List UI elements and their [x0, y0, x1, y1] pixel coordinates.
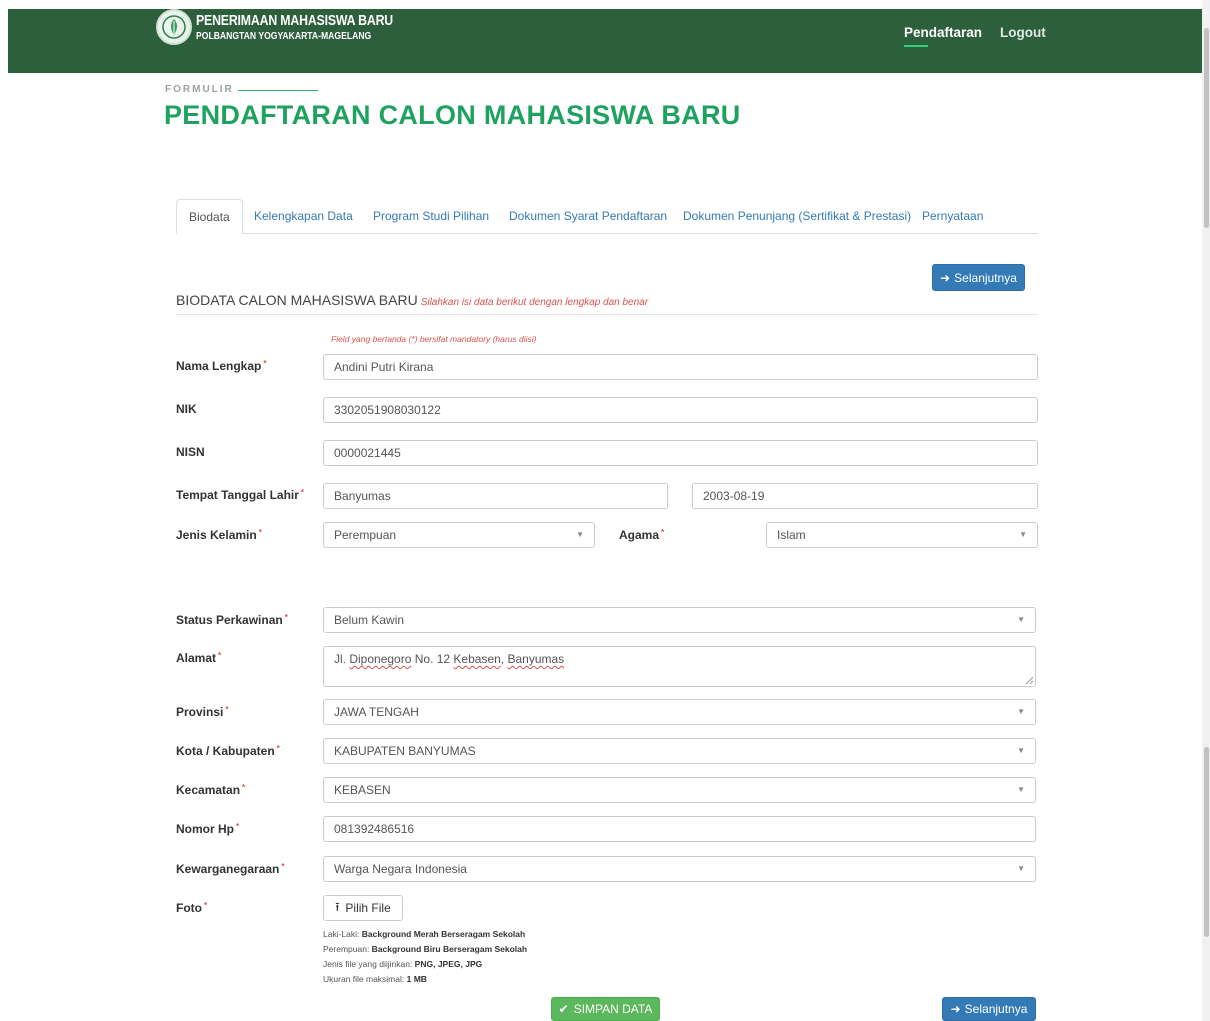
label-alamat: Alamat *: [176, 651, 222, 665]
scrollbar-thumb-secondary[interactable]: [1204, 747, 1209, 937]
caret-down-icon: ▼: [1017, 785, 1025, 794]
page-title: PENDAFTARAN CALON MAHASISWA BARU: [164, 100, 741, 130]
label-agama: Agama *: [619, 528, 665, 542]
pilih-file-button[interactable]: ⭱ Pilih File: [323, 895, 403, 921]
provinsi-select[interactable]: JAWA TENGAH ▼: [323, 699, 1036, 725]
caret-down-icon: ▼: [576, 530, 584, 539]
next-button-bottom[interactable]: ➜ Selanjutnya: [942, 997, 1036, 1021]
caret-down-icon: ▼: [1017, 864, 1025, 873]
upload-info-line: Ukuran file maksimal: 1 MB: [323, 974, 427, 984]
form-tabs: Biodata Kelengkapan Data Program Studi P…: [176, 199, 1038, 234]
label-kewarganegaraan: Kewarganegaraan *: [176, 862, 285, 876]
next-button-top[interactable]: ➜ Selanjutnya: [932, 264, 1025, 291]
upload-info-line: Jenis file yang diijinkan: PNG, JPEG, JP…: [323, 959, 483, 969]
arrow-right-icon: ➜: [940, 270, 951, 285]
nomor-hp-input[interactable]: 081392486516: [323, 816, 1036, 842]
upload-icon: ⭱: [335, 899, 340, 914]
nav-active-indicator: [904, 45, 928, 47]
section-divider: [176, 314, 1038, 315]
label-nomor-hp: Nomor Hp *: [176, 822, 240, 836]
arrow-right-icon: ➜: [950, 1002, 961, 1016]
resize-handle-icon[interactable]: [1025, 676, 1033, 684]
label-status-perkawinan: Status Perkawinan *: [176, 613, 288, 627]
nav-pendaftaran[interactable]: Pendaftaran: [904, 25, 982, 40]
label-provinsi: Provinsi *: [176, 705, 229, 719]
label-foto: Foto *: [176, 901, 208, 915]
caret-down-icon: ▼: [1017, 746, 1025, 755]
tab-biodata[interactable]: Biodata: [176, 199, 243, 234]
tab-dokumen-penunjang[interactable]: Dokumen Penunjang (Sertifikat & Prestasi…: [671, 199, 923, 234]
tempat-lahir-input[interactable]: Banyumas: [323, 483, 668, 509]
brand-subtitle: POLBANGTAN YOGYAKARTA-MAGELANG: [196, 30, 372, 42]
label-jenis-kelamin: Jenis Kelamin *: [176, 528, 262, 542]
label-nama-lengkap: Nama Lengkap *: [176, 359, 267, 373]
check-icon: ✔: [558, 1002, 569, 1016]
nik-input[interactable]: 3302051908030122: [323, 397, 1038, 423]
section-title: BIODATA CALON MAHASISWA BARU Silahkan isi…: [176, 292, 649, 308]
agama-select[interactable]: Islam ▼: [766, 522, 1038, 548]
label-nik: NIK: [176, 402, 197, 416]
scrollbar-thumb[interactable]: [1204, 28, 1209, 228]
mandatory-note: Field yang bertanda (*) bersifat mandato…: [331, 334, 537, 344]
nama-lengkap-input[interactable]: Andini Putri Kirana: [323, 354, 1038, 380]
tab-pernyataan[interactable]: Pernyataan: [910, 199, 995, 234]
jenis-kelamin-select[interactable]: Perempuan ▼: [323, 522, 595, 548]
tab-kelengkapan-data[interactable]: Kelengkapan Data: [242, 199, 365, 234]
tab-dokumen-syarat[interactable]: Dokumen Syarat Pendaftaran: [497, 199, 679, 234]
nisn-input[interactable]: 0000021445: [323, 440, 1038, 466]
status-perkawinan-select[interactable]: Belum Kawin ▼: [323, 607, 1036, 633]
kota-kabupaten-select[interactable]: KABUPATEN BANYUMAS ▼: [323, 738, 1036, 764]
label-nisn: NISN: [176, 445, 205, 459]
kicker-divider: [238, 90, 318, 91]
nav-logout[interactable]: Logout: [1000, 25, 1046, 40]
caret-down-icon: ▼: [1017, 707, 1025, 716]
upload-info-line: Laki-Laki: Background Merah Berseragam S…: [323, 929, 526, 939]
page-kicker: FORMULIR: [165, 84, 234, 95]
alamat-textarea[interactable]: Jl. Diponegoro No. 12 Kebasen, Banyumas: [323, 646, 1036, 687]
label-tempat-tanggal-lahir: Tempat Tanggal Lahir *: [176, 488, 305, 502]
section-hint: Silahkan isi data berikut dengan lengkap…: [420, 297, 649, 308]
label-kota-kabupaten: Kota / Kabupaten *: [176, 744, 280, 758]
logo-icon[interactable]: [156, 9, 192, 45]
simpan-data-button[interactable]: ✔ SIMPAN DATA: [551, 997, 660, 1021]
kewarganegaraan-select[interactable]: Warga Negara Indonesia ▼: [323, 856, 1036, 882]
tanggal-lahir-input[interactable]: 2003-08-19: [692, 483, 1038, 509]
label-kecamatan: Kecamatan *: [176, 783, 246, 797]
tab-program-studi[interactable]: Program Studi Pilihan: [361, 199, 501, 234]
kecamatan-select[interactable]: KEBASEN ▼: [323, 777, 1036, 803]
caret-down-icon: ▼: [1019, 530, 1027, 539]
upload-info: Laki-Laki: Background Merah Berseragam S…: [323, 927, 527, 987]
caret-down-icon: ▼: [1017, 615, 1025, 624]
upload-info-line: Perempuan: Background Biru Berseragam Se…: [323, 944, 528, 954]
brand-title[interactable]: PENERIMAAN MAHASISWA BARU: [196, 12, 393, 29]
